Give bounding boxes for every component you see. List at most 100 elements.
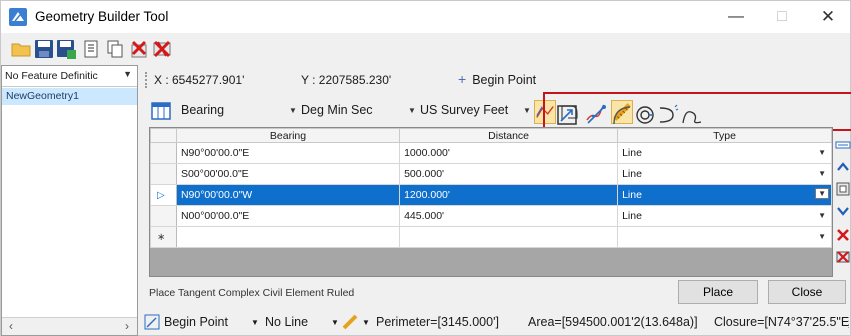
- move-up-icon[interactable]: [835, 159, 851, 175]
- status-message: Place Tangent Complex Civil Element Rule…: [149, 287, 355, 299]
- new-row-indicator[interactable]: ∗: [150, 226, 177, 248]
- delete-icon[interactable]: [129, 39, 149, 59]
- row-header-corner: [150, 128, 177, 143]
- table-row-selected[interactable]: ▷ N90°00'00.0"W 1200.000' Line ▼: [150, 184, 832, 206]
- chevron-down-icon[interactable]: ▼: [523, 106, 531, 115]
- new-row[interactable]: ∗ ▼: [150, 226, 832, 248]
- row-selector[interactable]: [150, 205, 177, 227]
- geometry-builder-window: Geometry Builder Tool — □ ✕ No Feature D…: [0, 0, 851, 336]
- row-selector[interactable]: [150, 163, 177, 185]
- begin-point-button[interactable]: + Begin Point: [458, 71, 536, 87]
- line-mode[interactable]: No Line: [265, 315, 308, 329]
- feature-definition-value: No Feature Definitic: [5, 70, 98, 82]
- place-button[interactable]: Place: [678, 280, 758, 304]
- chevron-down-icon[interactable]: ▼: [289, 106, 297, 115]
- distance-cell[interactable]: [399, 226, 619, 248]
- bearing-cell[interactable]: N90°00'00.0"E: [175, 142, 401, 164]
- y-coordinate: Y : 2207585.230': [301, 73, 392, 87]
- minimize-button[interactable]: —: [713, 1, 759, 33]
- scroll-left-icon[interactable]: ‹: [9, 319, 13, 333]
- action-row: Place Tangent Complex Civil Element Rule…: [149, 276, 849, 310]
- column-header-type[interactable]: Type: [617, 128, 832, 143]
- type-cell[interactable]: Line ▼: [617, 142, 832, 164]
- chevron-down-icon[interactable]: ▼: [251, 318, 259, 327]
- chevron-down-icon[interactable]: ▼: [408, 106, 416, 115]
- chevron-down-icon[interactable]: ▼: [362, 318, 370, 327]
- direction-mode-dropdown[interactable]: Bearing: [181, 103, 224, 117]
- type-value: Line: [622, 147, 642, 159]
- edit-row-icon[interactable]: [835, 181, 851, 197]
- scroll-right-icon[interactable]: ›: [125, 319, 129, 333]
- bearing-cell[interactable]: [175, 226, 401, 248]
- properties-icon[interactable]: [81, 39, 101, 59]
- close-window-button[interactable]: ✕: [805, 1, 851, 33]
- geometry-list-item[interactable]: NewGeometry1: [2, 88, 137, 105]
- bottom-status-bar: Begin Point ▼ No Line ▼ ▼ Perimeter=[314…: [141, 309, 851, 335]
- table-view-icon[interactable]: [151, 102, 171, 120]
- column-header-bearing[interactable]: Bearing: [175, 128, 401, 143]
- type-value: Line: [622, 210, 642, 222]
- distance-cell[interactable]: 1200.000': [399, 184, 619, 206]
- area-readout: Area=[594500.001'2(13.648a)]: [528, 315, 698, 329]
- maximize-button[interactable]: □: [759, 1, 805, 33]
- delete-all-rows-icon[interactable]: [835, 249, 851, 265]
- table-row[interactable]: N90°00'00.0"E 1000.000' Line ▼: [150, 142, 832, 164]
- current-row-indicator[interactable]: ▷: [150, 184, 177, 206]
- line-icon[interactable]: [585, 104, 607, 126]
- chevron-down-icon[interactable]: ▼: [818, 148, 826, 157]
- distance-cell[interactable]: 500.000': [399, 163, 619, 185]
- column-header-distance[interactable]: Distance: [399, 128, 619, 143]
- insert-row-icon[interactable]: [835, 137, 851, 153]
- ruler-icon[interactable]: [342, 314, 358, 330]
- type-cell[interactable]: ▼: [617, 226, 832, 248]
- chevron-down-icon[interactable]: ▼: [818, 169, 826, 178]
- bearing-cell[interactable]: N00°00'00.0"E: [175, 205, 401, 227]
- table-row[interactable]: N00°00'00.0"E 445.000' Line ▼: [150, 205, 832, 227]
- begin-point-icon[interactable]: [144, 314, 160, 330]
- units-dropdown[interactable]: US Survey Feet: [420, 103, 508, 117]
- bearing-cell[interactable]: S00°00'00.0"E: [175, 163, 401, 185]
- open-folder-icon[interactable]: [11, 39, 31, 59]
- spiral-icon[interactable]: [681, 104, 703, 126]
- closure-readout: Closure=[N74°37'25.5"E 207.425']: [714, 315, 851, 329]
- window-title: Geometry Builder Tool: [35, 9, 169, 24]
- save-icon[interactable]: [34, 39, 54, 59]
- move-down-icon[interactable]: [835, 203, 851, 219]
- type-cell[interactable]: Line ▼: [617, 205, 832, 227]
- main-toolbar: [1, 33, 850, 65]
- perimeter-readout: Perimeter=[3145.000']: [376, 315, 499, 329]
- chevron-down-icon[interactable]: ▼: [818, 232, 826, 241]
- arc-icon[interactable]: [610, 104, 632, 126]
- x-coordinate: X : 6545277.901': [154, 73, 245, 87]
- distance-cell[interactable]: 1000.000': [399, 142, 619, 164]
- chevron-down-icon[interactable]: ▼: [818, 211, 826, 220]
- chevron-down-icon[interactable]: ▼: [815, 188, 829, 199]
- chevron-down-icon: ▼: [123, 69, 132, 79]
- horizontal-scrollbar[interactable]: ‹ ›: [2, 317, 137, 335]
- type-value: Line: [622, 168, 642, 180]
- plus-icon: +: [458, 71, 467, 87]
- delete-all-icon[interactable]: [152, 39, 172, 59]
- begin-point-mode[interactable]: Begin Point: [164, 315, 228, 329]
- circle-icon[interactable]: [634, 104, 656, 126]
- reverse-curve-icon[interactable]: [657, 104, 679, 126]
- row-selector[interactable]: [150, 142, 177, 164]
- delete-row-icon[interactable]: [835, 227, 851, 243]
- copy-icon[interactable]: [105, 39, 125, 59]
- chevron-down-icon[interactable]: ▼: [331, 318, 339, 327]
- type-cell[interactable]: Line ▼: [617, 163, 832, 185]
- save-as-icon[interactable]: [56, 39, 76, 59]
- table-row[interactable]: S00°00'00.0"E 500.000' Line ▼: [150, 163, 832, 185]
- table-header-row: Bearing Distance Type: [150, 128, 832, 143]
- close-button[interactable]: Close: [768, 280, 846, 304]
- point-icon[interactable]: [556, 104, 578, 126]
- type-cell[interactable]: Line ▼: [617, 184, 832, 206]
- angle-format-dropdown[interactable]: Deg Min Sec: [301, 103, 373, 117]
- app-icon: [9, 8, 27, 26]
- resize-grip-icon[interactable]: ⋮⋮: [844, 319, 851, 330]
- toolbar-grip[interactable]: [145, 72, 147, 88]
- title-bar: Geometry Builder Tool — □ ✕: [1, 1, 850, 33]
- distance-cell[interactable]: 445.000': [399, 205, 619, 227]
- feature-definition-dropdown[interactable]: No Feature Definitic ▼: [2, 66, 137, 87]
- bearing-cell[interactable]: N90°00'00.0"W: [175, 184, 401, 206]
